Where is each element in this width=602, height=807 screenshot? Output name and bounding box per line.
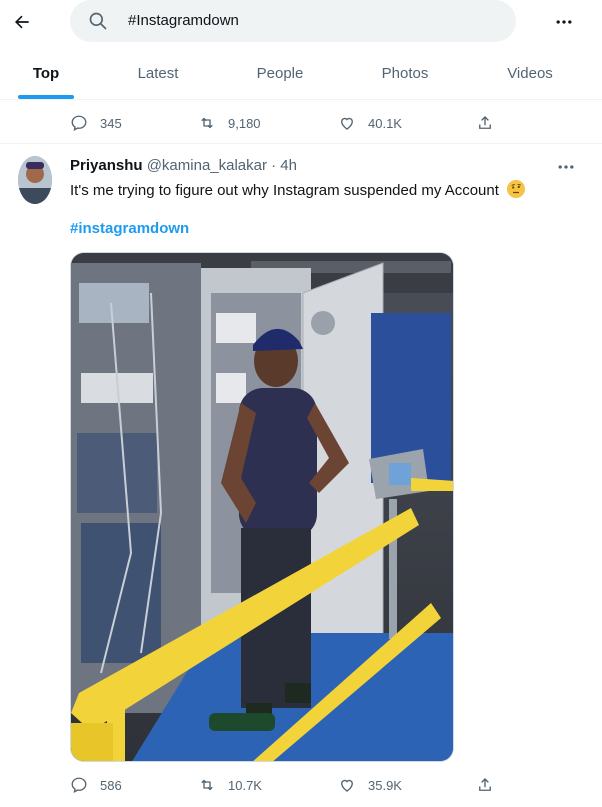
search-icon (89, 12, 107, 30)
thinking-face-icon (507, 180, 526, 198)
tweet-header: Priyanshu @kamina_kalakar · 4h (70, 157, 297, 174)
share-icon (479, 116, 491, 129)
reply-icon (71, 115, 87, 132)
like-count: 40.1K (368, 115, 402, 131)
share-button[interactable] (476, 108, 506, 138)
retweet-count: 10.7K (228, 777, 262, 793)
tweet-divider (0, 143, 602, 144)
reply-button[interactable]: 586 (70, 770, 122, 800)
tweet-text-line: It's me trying to figure out why Instagr… (70, 180, 526, 199)
reply-button[interactable]: 345 (70, 108, 122, 138)
display-name[interactable]: Priyanshu (70, 157, 143, 174)
previous-tweet-actions: 345 9,180 40.1K (0, 108, 602, 138)
heart-icon (341, 779, 353, 792)
search-input[interactable]: #Instagramdown (70, 0, 516, 42)
like-button[interactable]: 40.1K (338, 108, 402, 138)
reply-count: 345 (100, 115, 122, 131)
search-query: #Instagramdown (128, 12, 239, 29)
handle-and-time[interactable]: @kamina_kalakar · 4h (147, 157, 297, 174)
tweet-text: It's me trying to figure out why Instagr… (70, 182, 499, 199)
top-bar: #Instagramdown (0, 0, 602, 44)
active-tab-indicator (18, 95, 74, 99)
tab-latest[interactable]: Latest (122, 56, 194, 100)
tweet-photo[interactable] (70, 252, 454, 762)
heart-icon (341, 117, 353, 130)
retweet-icon (201, 117, 213, 129)
like-button[interactable]: 35.9K (338, 770, 402, 800)
share-button[interactable] (476, 770, 506, 800)
retweet-button[interactable]: 10.7K (198, 770, 262, 800)
tweet-actions: 586 10.7K 35.9K (0, 770, 602, 800)
tab-people[interactable]: People (242, 56, 318, 100)
reply-count: 586 (100, 777, 122, 793)
tab-top[interactable]: Top (18, 56, 74, 100)
retweet-count: 9,180 (228, 115, 261, 131)
hashtag-link[interactable]: #instagramdown (70, 220, 189, 237)
search-tabs: Top Latest People Photos Videos (0, 56, 602, 100)
reply-icon (71, 777, 87, 794)
more-options-icon[interactable] (556, 158, 576, 176)
back-arrow-icon[interactable] (8, 8, 36, 36)
tab-photos[interactable]: Photos (366, 56, 444, 100)
retweet-button[interactable]: 9,180 (198, 108, 261, 138)
retweet-icon (201, 779, 213, 791)
tab-videos[interactable]: Videos (494, 56, 566, 100)
avatar[interactable] (18, 156, 52, 204)
share-icon (479, 778, 491, 791)
like-count: 35.9K (368, 777, 402, 793)
more-options-icon[interactable] (552, 10, 576, 34)
